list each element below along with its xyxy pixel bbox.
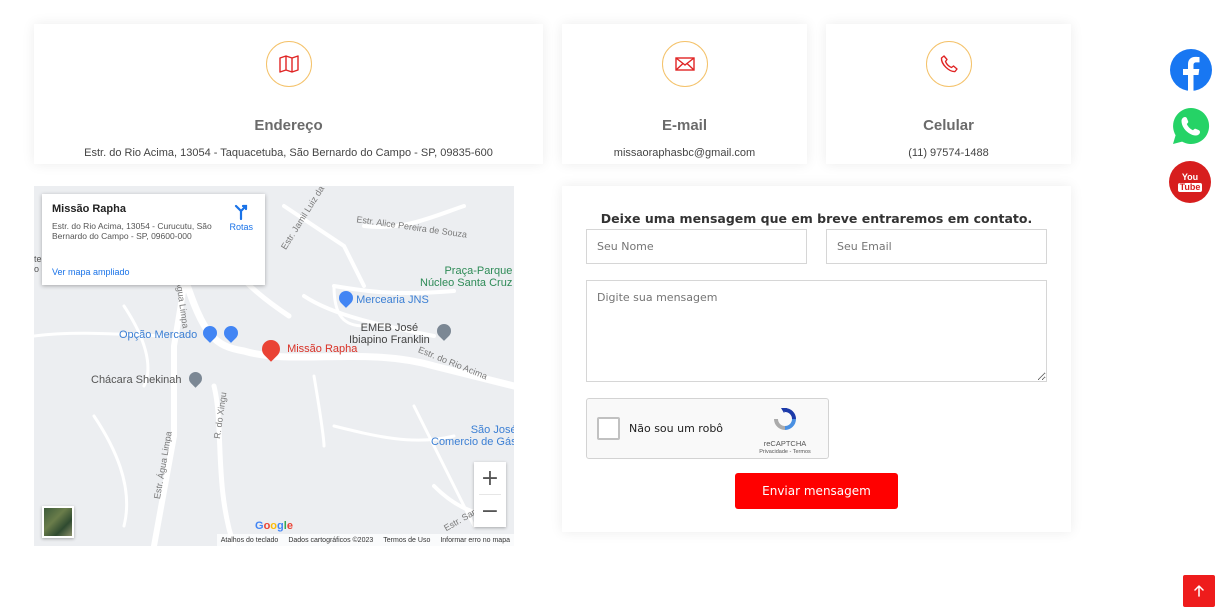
map-label-mercearia: Mercearia JNS: [336, 288, 429, 308]
phone-card: Celular (11) 97574-1488: [826, 24, 1071, 164]
recaptcha-brand: reCAPTCHA Privacidade - Termos: [752, 405, 818, 455]
google-logo: Google: [255, 520, 293, 532]
shopping-pin-icon: [336, 288, 356, 308]
recaptcha-widget: Não sou um robô reCAPTCHA Privacidade - …: [586, 398, 829, 459]
envelope-icon: [661, 41, 708, 87]
phone-icon: [925, 41, 972, 87]
map-label-sao-jose-line2: Comercio de Gás: [431, 436, 514, 448]
map-label-praca: Praça-Parque Núcleo Santa Cruz: [420, 265, 512, 289]
whatsapp-icon: [1173, 107, 1210, 144]
map-label-emeb: EMEB José Ibiapino Franklin: [349, 322, 430, 346]
facebook-link[interactable]: [1170, 49, 1212, 91]
directions-icon: [235, 204, 248, 221]
email-text[interactable]: missaoraphasbc@gmail.com: [562, 147, 807, 159]
map-label-sao-jose-line1: São José: [470, 424, 514, 436]
facebook-icon: [1183, 56, 1200, 91]
map-label-sao-jose: São José Comercio de Gás: [431, 424, 514, 448]
map-label-praca-line2: Núcleo Santa Cruz: [420, 277, 513, 289]
form-heading: Deixe uma mensagem que em breve entrarem…: [600, 211, 1033, 226]
youtube-text-bottom: Tube: [1177, 181, 1203, 192]
location-pin-icon[interactable]: [258, 336, 284, 362]
google-logo-letter: e: [286, 520, 293, 532]
satellite-layer-toggle[interactable]: [42, 506, 74, 538]
recaptcha-links[interactable]: Privacidade - Termos: [752, 449, 818, 455]
recaptcha-label: Não sou um robô: [629, 422, 724, 435]
map-label-praca-line1: Praça-Parque: [444, 265, 513, 277]
address-title: Endereço: [254, 117, 323, 134]
map-label-emeb-line2: Ibiapino Franklin: [349, 334, 430, 346]
whatsapp-link[interactable]: [1170, 105, 1212, 147]
directions-label: Rotas: [229, 222, 253, 232]
youtube-link[interactable]: You Tube: [1169, 161, 1211, 203]
map-marker-label[interactable]: Missão Rapha: [258, 336, 358, 362]
cart-pin-icon: [221, 323, 242, 343]
marker-label: Missão Rapha: [287, 343, 358, 355]
youtube-icon: You Tube: [1177, 171, 1203, 192]
google-logo-letter: G: [255, 520, 264, 532]
map-edge-label-1: te: [34, 254, 42, 264]
map-icon: [265, 41, 312, 87]
name-input[interactable]: [586, 229, 807, 264]
popup-address: Estr. do Rio Acima, 13054 - Curucutu, Sã…: [52, 221, 212, 241]
google-logo-letter: g: [277, 520, 284, 532]
arrow-up-icon: [1194, 585, 1204, 597]
store-pin-icon: [200, 323, 221, 343]
zoom-in-button[interactable]: +: [474, 462, 506, 494]
recaptcha-icon: [774, 408, 796, 430]
terms-link[interactable]: Termos de Uso: [383, 537, 430, 544]
message-textarea[interactable]: [586, 280, 1047, 382]
popup-title: Missão Rapha: [52, 203, 126, 215]
mercearia-label: Mercearia JNS: [356, 294, 429, 306]
report-error-link[interactable]: Informar erro no mapa: [440, 537, 510, 544]
map-footer: Atalhos do teclado Dados cartográficos ©…: [216, 534, 514, 546]
zoom-out-button[interactable]: −: [474, 495, 506, 527]
embedded-map[interactable]: Estr. Jamil Luiz da Cruz Estr. Alice Per…: [34, 186, 514, 546]
email-title: E-mail: [661, 117, 707, 134]
email-input[interactable]: [826, 229, 1047, 264]
map-label-opcao-mercado: Opção Mercado: [119, 323, 242, 343]
contact-form: Deixe uma mensagem que em breve entrarem…: [562, 186, 1071, 532]
scroll-to-top-button[interactable]: [1183, 575, 1215, 607]
map-data-text: Dados cartográficos ©2023: [288, 536, 374, 544]
send-message-button[interactable]: Enviar mensagem: [735, 473, 898, 509]
keyboard-shortcuts-link[interactable]: Atalhos do teclado: [221, 537, 279, 544]
recaptcha-checkbox[interactable]: [597, 417, 620, 440]
chacara-label: Chácara Shekinah: [91, 374, 182, 386]
phone-title: Celular: [923, 117, 974, 134]
youtube-text-top: You: [1181, 171, 1199, 182]
place-pin-icon: [185, 369, 205, 388]
map-label-chacara: Chácara Shekinah: [91, 369, 205, 388]
recaptcha-brand-name: reCAPTCHA: [763, 439, 807, 448]
larger-map-link[interactable]: Ver mapa ampliado: [52, 267, 130, 277]
phone-text[interactable]: (11) 97574-1488: [826, 147, 1071, 159]
opcao-mercado-label: Opção Mercado: [119, 329, 198, 341]
email-card: E-mail missaoraphasbc@gmail.com: [562, 24, 807, 164]
address-text: Estr. do Rio Acima, 13054 - Taquacetuba,…: [84, 147, 493, 159]
zoom-controls: + −: [474, 462, 506, 527]
map-info-popup: Missão Rapha Estr. do Rio Acima, 13054 -…: [42, 194, 265, 285]
address-card: Endereço Estr. do Rio Acima, 13054 - Taq…: [34, 24, 543, 164]
map-label-emeb-line1: EMEB José: [360, 322, 419, 334]
directions-button[interactable]: Rotas: [229, 204, 253, 232]
